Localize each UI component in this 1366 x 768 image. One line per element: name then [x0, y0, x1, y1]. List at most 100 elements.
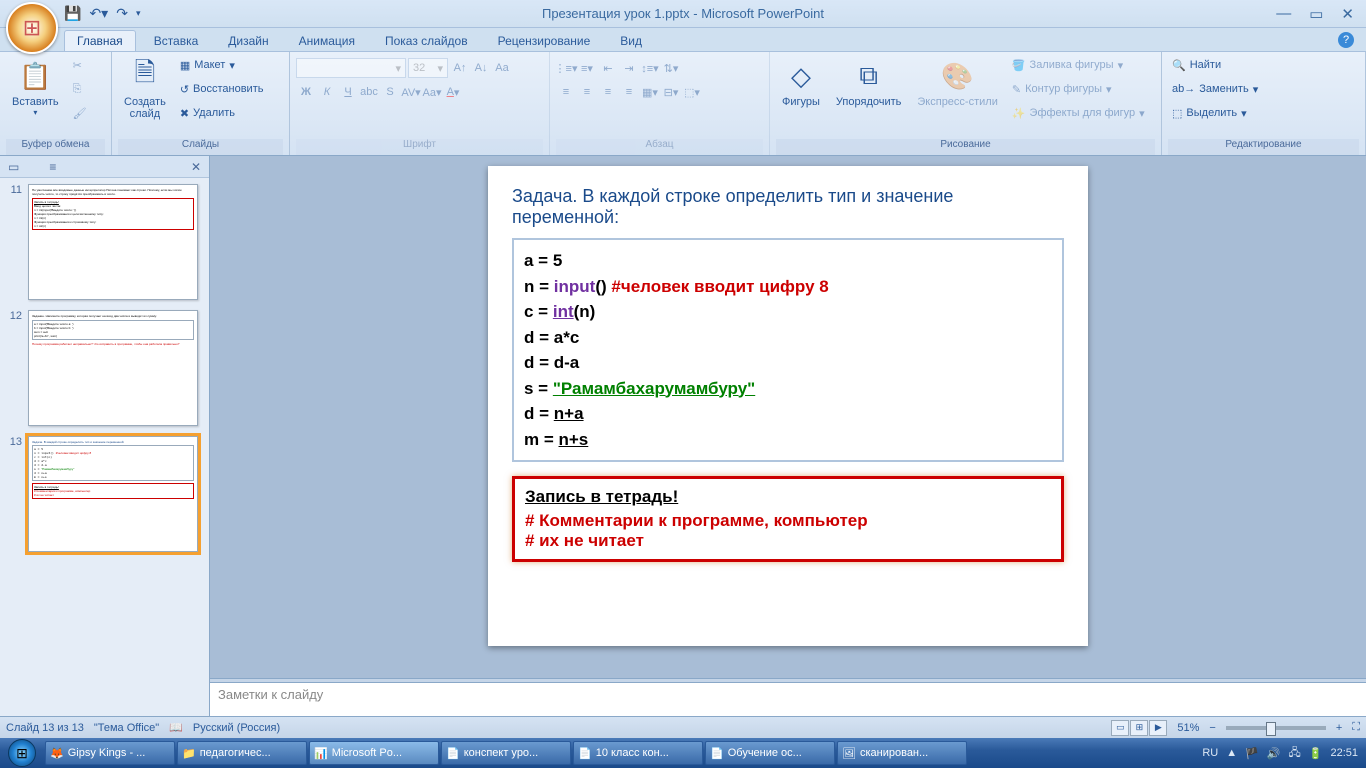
task-item[interactable]: 📄10 класс кон...: [573, 741, 703, 765]
notes-area[interactable]: Заметки к слайду: [210, 682, 1366, 716]
tab-home[interactable]: Главная: [64, 30, 136, 51]
tray-clock[interactable]: 22:51: [1330, 747, 1358, 759]
outline-tab-icon[interactable]: ≡: [49, 160, 56, 174]
shape-fill-button[interactable]: 🪣 Заливка фигуры ▾: [1008, 54, 1149, 76]
shadow-button[interactable]: S: [380, 82, 400, 102]
shapes-button[interactable]: ◇Фигуры: [776, 54, 826, 110]
group-editing-label: Редактирование: [1168, 139, 1359, 155]
sorter-view-icon[interactable]: ⊞: [1130, 720, 1148, 736]
smartart-button[interactable]: ⬚▾: [682, 82, 702, 102]
tab-slideshow[interactable]: Показ слайдов: [373, 31, 480, 51]
align-text-button[interactable]: ⊟▾: [661, 82, 681, 102]
qat-more-icon[interactable]: ▾: [136, 8, 141, 19]
thumb-13[interactable]: Задача. В каждой строке определить тип и…: [28, 436, 198, 552]
bullets-button[interactable]: ⋮≡▾: [556, 58, 576, 78]
reset-button[interactable]: ↺ Восстановить: [176, 78, 268, 100]
start-button[interactable]: ⊞: [0, 738, 44, 768]
slideshow-view-icon[interactable]: ▶: [1149, 720, 1167, 736]
zoom-in-icon[interactable]: +: [1336, 722, 1342, 734]
tab-review[interactable]: Рецензирование: [486, 31, 603, 51]
task-item[interactable]: 🖼сканирован...: [837, 741, 967, 765]
maximize-icon[interactable]: ▭: [1309, 5, 1323, 23]
replace-button[interactable]: ab→ Заменить ▾: [1168, 78, 1262, 100]
align-left-button[interactable]: ≡: [556, 82, 576, 102]
normal-view-icon[interactable]: ▭: [1111, 720, 1129, 736]
task-item[interactable]: 📄конспект уро...: [441, 741, 571, 765]
task-item[interactable]: 📁педагогичес...: [177, 741, 307, 765]
copy-button[interactable]: ⎘: [69, 78, 91, 100]
grow-font-icon[interactable]: A↑: [450, 58, 470, 78]
qat-undo-icon[interactable]: ↶▾: [89, 5, 108, 22]
group-slides-label: Слайды: [118, 139, 283, 155]
align-center-button[interactable]: ≡: [577, 82, 597, 102]
shape-outline-button[interactable]: ✎ Контур фигуры ▾: [1008, 78, 1149, 100]
minimize-icon[interactable]: ―: [1276, 5, 1291, 23]
office-button[interactable]: ⊞: [6, 2, 58, 54]
columns-button[interactable]: ▦▾: [640, 82, 660, 102]
slide[interactable]: Задача. В каждой строке определить тип и…: [488, 166, 1088, 646]
cut-button[interactable]: ✂: [69, 54, 91, 76]
qat-redo-icon[interactable]: ↷: [116, 5, 128, 22]
font-size-combo[interactable]: 32▾: [408, 58, 448, 78]
thumb-11[interactable]: По умолчанию все вводимые данные интерпр…: [28, 184, 198, 300]
language-indicator[interactable]: Русский (Россия): [193, 722, 280, 734]
select-button[interactable]: ⬚ Выделить ▾: [1168, 102, 1262, 124]
help-icon[interactable]: ?: [1338, 32, 1354, 48]
shape-effects-button[interactable]: ✨ Эффекты для фигур ▾: [1008, 102, 1149, 124]
numbering-button[interactable]: ≡▾: [577, 58, 597, 78]
strike-button[interactable]: abc: [359, 82, 379, 102]
new-slide-button[interactable]: 🗎 Создать слайд: [118, 54, 172, 122]
justify-button[interactable]: ≡: [619, 82, 639, 102]
tray-flag-icon[interactable]: 🏴: [1245, 747, 1259, 760]
layout-button[interactable]: ▦ Макет ▾: [176, 54, 268, 76]
slides-tab-icon[interactable]: ▭: [8, 160, 19, 174]
tray-battery-icon[interactable]: 🔋: [1309, 747, 1323, 760]
text-direction-button[interactable]: ⇅▾: [661, 58, 681, 78]
line-spacing-button[interactable]: ↕≡▾: [640, 58, 660, 78]
thumb-12[interactable]: Задание. Напишите программу, которая пол…: [28, 310, 198, 426]
shrink-font-icon[interactable]: A↓: [471, 58, 491, 78]
spellcheck-icon[interactable]: 📖: [169, 721, 183, 734]
font-family-combo[interactable]: ▾: [296, 58, 406, 78]
tray-up-icon[interactable]: ▲: [1226, 747, 1237, 759]
slide-canvas[interactable]: Задача. В каждой строке определить тип и…: [210, 156, 1366, 678]
tab-design[interactable]: Дизайн: [216, 31, 280, 51]
indent-dec-button[interactable]: ⇤: [598, 58, 618, 78]
task-item[interactable]: 🦊Gipsy Kings - ...: [45, 741, 175, 765]
qat-save-icon[interactable]: 💾: [64, 5, 81, 22]
font-color-button[interactable]: A▾: [443, 82, 463, 102]
case-button[interactable]: Aa▾: [422, 82, 442, 102]
italic-button[interactable]: К: [317, 82, 337, 102]
arrange-button[interactable]: ⧉Упорядочить: [830, 54, 907, 110]
zoom-out-icon[interactable]: −: [1209, 722, 1215, 734]
tray-volume-icon[interactable]: 🔊: [1267, 747, 1281, 760]
task-item[interactable]: 📊Microsoft Po...: [309, 741, 439, 765]
shapes-icon: ◇: [791, 56, 811, 96]
slide-panel: ▭ ≡ ✕ 11 По умолчанию все вводимые данны…: [0, 156, 210, 716]
indent-inc-button[interactable]: ⇥: [619, 58, 639, 78]
underline-button[interactable]: Ч: [338, 82, 358, 102]
tab-animation[interactable]: Анимация: [287, 31, 367, 51]
group-paragraph-label: Абзац: [556, 139, 763, 155]
fit-view-icon[interactable]: ⛶: [1352, 721, 1360, 734]
clear-format-icon[interactable]: Aa: [492, 58, 512, 78]
task-item[interactable]: 📄Обучение ос...: [705, 741, 835, 765]
tab-view[interactable]: Вид: [608, 31, 654, 51]
zoom-slider[interactable]: [1226, 726, 1326, 730]
tray-lang[interactable]: RU: [1202, 747, 1218, 759]
close-icon[interactable]: ✕: [1341, 5, 1354, 23]
paste-button[interactable]: 📋 Вставить ▾: [6, 54, 65, 119]
zoom-level[interactable]: 51%: [1177, 722, 1199, 734]
tray-network-icon[interactable]: 🖧: [1289, 744, 1301, 763]
spacing-button[interactable]: AV▾: [401, 82, 421, 102]
find-button[interactable]: 🔍 Найти: [1168, 54, 1262, 76]
panel-close-icon[interactable]: ✕: [191, 160, 201, 174]
delete-button[interactable]: ✖ Удалить: [176, 102, 268, 124]
slide-title: Задача. В каждой строке определить тип и…: [512, 186, 1064, 228]
format-painter-button[interactable]: 🖌: [69, 102, 91, 124]
quick-styles-button[interactable]: 🎨Экспресс-стили: [911, 54, 1003, 110]
tab-insert[interactable]: Вставка: [142, 31, 211, 51]
align-right-button[interactable]: ≡: [598, 82, 618, 102]
code-box: a = 5 n = input() #человек вводит цифру …: [512, 238, 1064, 462]
bold-button[interactable]: Ж: [296, 82, 316, 102]
